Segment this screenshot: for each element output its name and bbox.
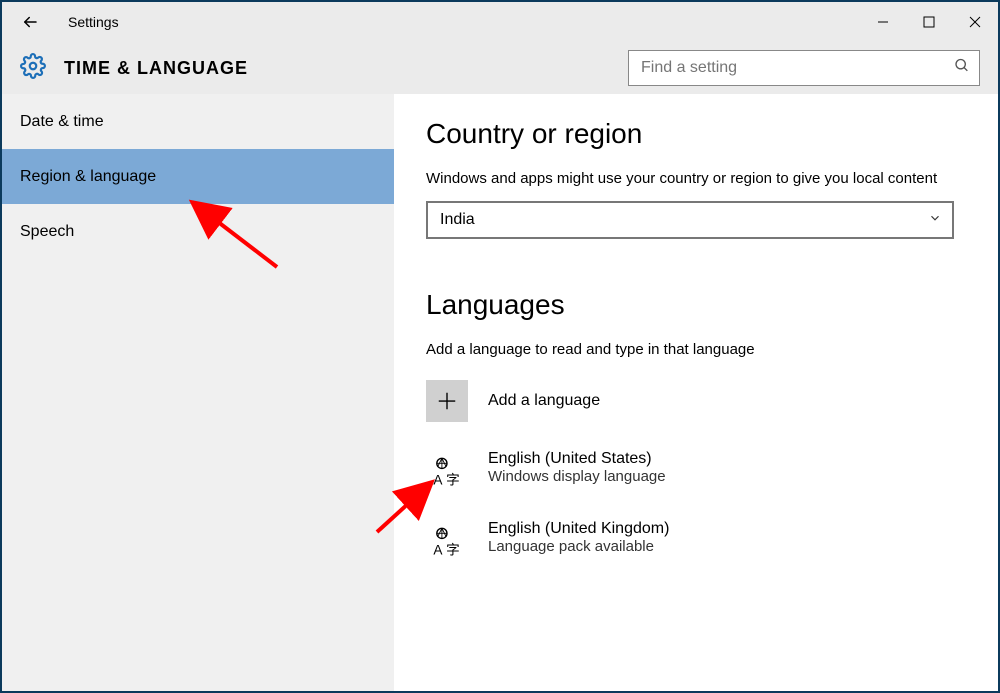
search-icon [954,58,970,79]
language-icon: A 字 [426,520,468,562]
svg-text:A: A [433,473,443,488]
section-title-region: Country or region [426,118,980,150]
search-input[interactable] [628,50,980,86]
language-item-en-uk[interactable]: A 字 English (United Kingdom) Language pa… [426,520,980,562]
sidebar-item-date-time[interactable]: Date & time [2,94,394,149]
search-wrap [628,50,980,86]
language-sub: Windows display language [488,468,666,485]
titlebar-left: Settings [12,4,119,40]
sidebar: Date & time Region & language Speech [2,94,394,691]
country-combo-value: India [440,211,475,229]
content-area: Country or region Windows and apps might… [394,94,998,691]
minimize-button[interactable] [860,2,906,42]
svg-text:字: 字 [446,473,460,488]
body-area: Date & time Region & language Speech Cou… [2,94,998,691]
language-sub: Language pack available [488,538,669,555]
chevron-down-icon [928,211,942,230]
language-item-en-us[interactable]: A 字 English (United States) Windows disp… [426,450,980,492]
section-title-languages: Languages [426,289,980,321]
add-language-button[interactable]: Add a language [426,380,980,422]
languages-section: Languages Add a language to read and typ… [426,289,980,562]
window-controls [860,2,998,42]
settings-window: Settings TIME & LANGUAGE [0,0,1000,693]
sidebar-item-label: Speech [20,223,74,241]
language-texts: English (United States) Windows display … [488,450,666,485]
page-title: TIME & LANGUAGE [64,58,248,79]
back-arrow-icon [21,13,39,31]
language-texts: English (United Kingdom) Language pack a… [488,520,669,555]
section-desc-region: Windows and apps might use your country … [426,168,980,189]
close-icon [969,16,981,28]
header-left: TIME & LANGUAGE [20,53,248,84]
maximize-icon [923,16,935,28]
plus-icon [426,380,468,422]
maximize-button[interactable] [906,2,952,42]
language-icon: A 字 [426,450,468,492]
svg-text:字: 字 [446,543,460,558]
svg-text:A: A [433,543,443,558]
sidebar-item-region-language[interactable]: Region & language [2,149,394,204]
language-name: English (United Kingdom) [488,520,669,538]
add-language-label: Add a language [488,392,600,410]
language-name: English (United States) [488,450,666,468]
gear-icon [20,53,46,84]
titlebar: Settings [2,2,998,42]
minimize-icon [877,16,889,28]
sidebar-item-label: Date & time [20,113,104,131]
country-combo[interactable]: India [426,201,954,239]
sidebar-item-label: Region & language [20,168,156,186]
section-desc-languages: Add a language to read and type in that … [426,339,980,360]
close-button[interactable] [952,2,998,42]
sidebar-item-speech[interactable]: Speech [2,204,394,259]
header-bar: TIME & LANGUAGE [2,42,998,94]
window-title: Settings [68,14,119,30]
back-button[interactable] [12,4,48,40]
